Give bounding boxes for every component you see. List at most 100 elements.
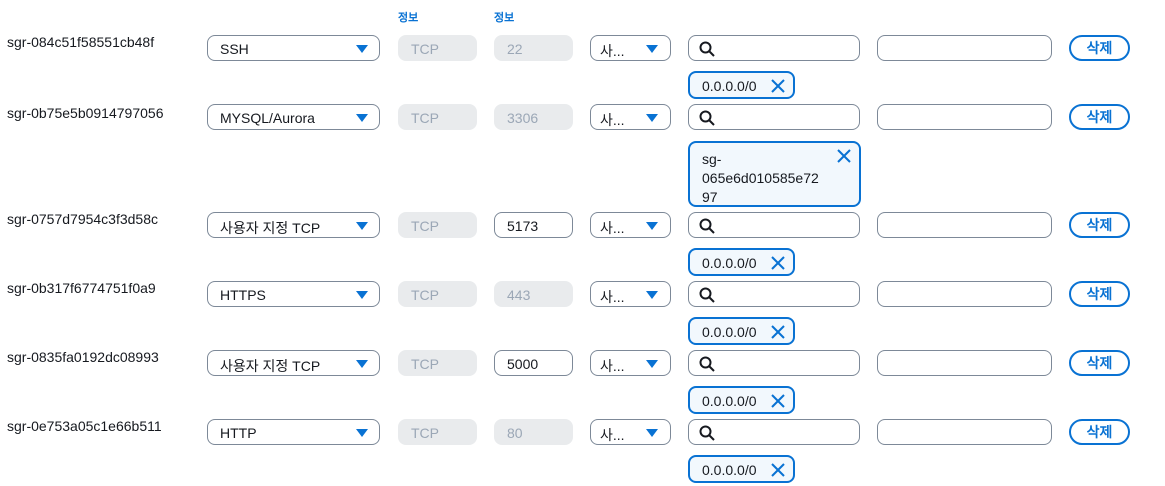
description-input[interactable] [877, 212, 1052, 238]
caret-down-icon [646, 360, 658, 368]
source-select[interactable]: 사... [590, 350, 671, 376]
caret-down-icon [646, 429, 658, 437]
close-icon[interactable] [770, 324, 786, 340]
port-info-link[interactable]: 정보 [494, 9, 514, 25]
close-icon[interactable] [770, 393, 786, 409]
rule-id: sgr-0757d7954c3f3d58c [7, 211, 159, 227]
source-token: 0.0.0.0/0 [688, 71, 795, 99]
protocol-value: TCP [411, 110, 439, 126]
port-range-input[interactable]: 5000 [494, 350, 573, 376]
rule-id: sgr-084c51f58551cb48f [7, 34, 155, 50]
caret-down-icon [356, 45, 368, 53]
port-range-field: 443 [494, 281, 573, 307]
source-search-input[interactable] [688, 35, 860, 61]
type-value: MYSQL/Aurora [220, 110, 315, 126]
token-line: 065e6d010585e72 [702, 170, 819, 186]
source-token: sg- 065e6d010585e72 97 [688, 141, 861, 207]
close-icon[interactable] [770, 255, 786, 271]
rule-id: sgr-0e753a05c1e66b511 [7, 418, 162, 434]
source-select[interactable]: 사... [590, 104, 671, 130]
caret-down-icon [646, 114, 658, 122]
type-value: HTTPS [220, 287, 266, 303]
protocol-value: TCP [411, 425, 439, 441]
caret-down-icon [356, 291, 368, 299]
port-value: 22 [507, 41, 523, 57]
type-select[interactable]: MYSQL/Aurora [207, 104, 380, 130]
source-value: 사... [600, 112, 625, 128]
port-value: 3306 [507, 110, 539, 126]
close-icon[interactable] [836, 148, 852, 164]
caret-down-icon [356, 222, 368, 230]
delete-button[interactable]: 삭제 [1069, 281, 1130, 307]
description-input[interactable] [877, 350, 1052, 376]
port-value: 443 [507, 287, 531, 303]
source-search-input[interactable] [688, 212, 860, 238]
token-label: sg- 065e6d010585e72 97 [702, 150, 822, 207]
search-icon [699, 356, 715, 372]
type-value: SSH [220, 41, 249, 57]
protocol-value: TCP [411, 218, 439, 234]
port-value: 5000 [507, 356, 539, 372]
type-select[interactable]: 사용자 지정 TCP [207, 212, 380, 238]
caret-down-icon [646, 45, 658, 53]
port-range-field: 3306 [494, 104, 573, 130]
delete-button[interactable]: 삭제 [1069, 212, 1130, 238]
source-search-input[interactable] [688, 104, 860, 130]
description-input[interactable] [877, 104, 1052, 130]
source-select[interactable]: 사... [590, 35, 671, 61]
token-label: 0.0.0.0/0 [702, 324, 757, 340]
caret-down-icon [356, 360, 368, 368]
caret-down-icon [646, 222, 658, 230]
close-icon[interactable] [770, 462, 786, 478]
token-label: 0.0.0.0/0 [702, 393, 757, 409]
description-input[interactable] [877, 35, 1052, 61]
delete-button[interactable]: 삭제 [1069, 35, 1130, 61]
source-search-input[interactable] [688, 350, 860, 376]
source-select[interactable]: 사... [590, 212, 671, 238]
close-icon[interactable] [770, 78, 786, 94]
search-icon [699, 41, 715, 57]
token-label: 0.0.0.0/0 [702, 255, 757, 271]
type-select[interactable]: SSH [207, 35, 380, 61]
type-select[interactable]: HTTPS [207, 281, 380, 307]
source-search-input[interactable] [688, 281, 860, 307]
type-value: HTTP [220, 425, 257, 441]
source-value: 사... [600, 427, 625, 443]
delete-button[interactable]: 삭제 [1069, 350, 1130, 376]
port-range-field: 80 [494, 419, 573, 445]
type-select[interactable]: HTTP [207, 419, 380, 445]
caret-down-icon [356, 114, 368, 122]
protocol-info-link[interactable]: 정보 [398, 9, 418, 25]
port-range-input[interactable]: 5173 [494, 212, 573, 238]
source-token: 0.0.0.0/0 [688, 317, 795, 345]
protocol-field: TCP [398, 212, 477, 238]
token-label: 0.0.0.0/0 [702, 78, 757, 94]
search-icon [699, 218, 715, 234]
token-label: 0.0.0.0/0 [702, 462, 757, 478]
delete-button[interactable]: 삭제 [1069, 104, 1130, 130]
protocol-value: TCP [411, 41, 439, 57]
protocol-field: TCP [398, 104, 477, 130]
source-search-input[interactable] [688, 419, 860, 445]
source-value: 사... [600, 43, 625, 59]
type-select[interactable]: 사용자 지정 TCP [207, 350, 380, 376]
search-icon [699, 287, 715, 303]
description-input[interactable] [877, 419, 1052, 445]
search-icon [699, 425, 715, 441]
port-range-field: 22 [494, 35, 573, 61]
source-value: 사... [600, 289, 625, 305]
rule-id: sgr-0b75e5b0914797056 [7, 105, 164, 121]
source-token: 0.0.0.0/0 [688, 248, 795, 276]
delete-button[interactable]: 삭제 [1069, 419, 1130, 445]
token-line: sg- [702, 151, 722, 167]
source-select[interactable]: 사... [590, 281, 671, 307]
description-input[interactable] [877, 281, 1052, 307]
protocol-field: TCP [398, 281, 477, 307]
protocol-value: TCP [411, 356, 439, 372]
protocol-field: TCP [398, 350, 477, 376]
source-select[interactable]: 사... [590, 419, 671, 445]
port-value: 80 [507, 425, 523, 441]
rule-id: sgr-0835fa0192dc08993 [7, 349, 159, 365]
source-value: 사... [600, 220, 625, 236]
protocol-field: TCP [398, 419, 477, 445]
